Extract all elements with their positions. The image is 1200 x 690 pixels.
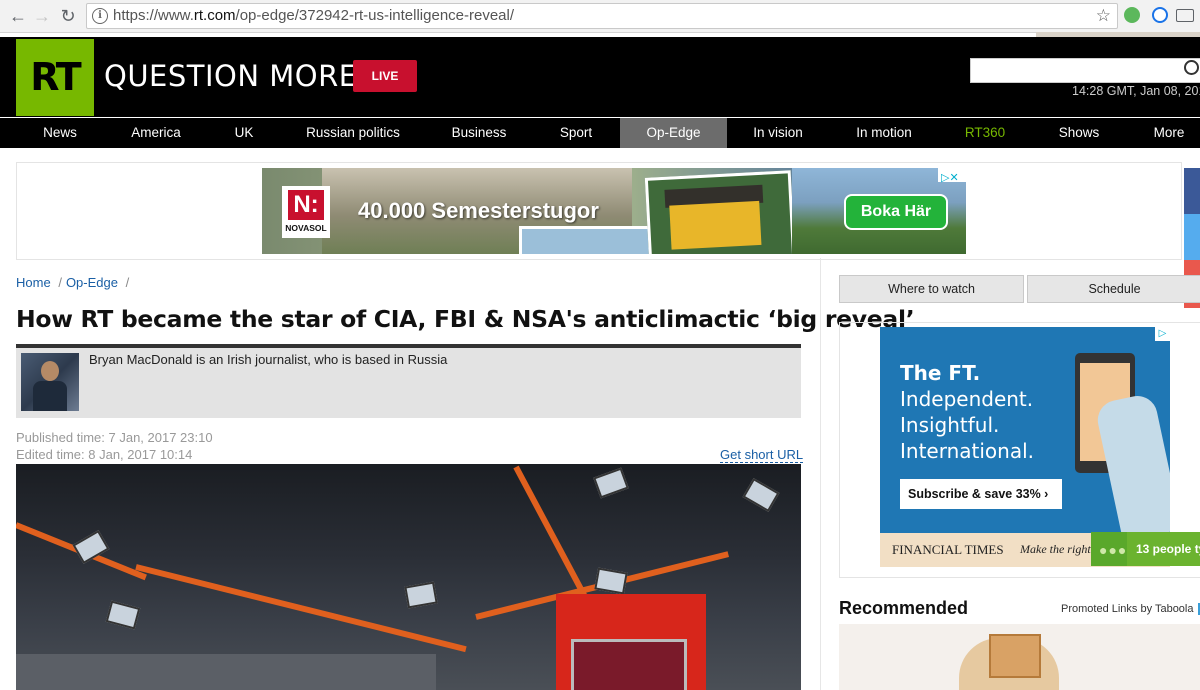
live-button[interactable]: LIVE [353, 60, 417, 92]
forward-arrow-icon[interactable]: → [30, 4, 54, 28]
column-divider [820, 258, 821, 690]
adchoices-icon[interactable]: ▷ [1155, 327, 1170, 341]
ad-headline: 40.000 Semesterstugor [358, 198, 599, 223]
nav-item-in-vision[interactable]: In vision [732, 118, 824, 148]
nav-item-business[interactable]: Business [430, 118, 528, 148]
bookmark-star-icon[interactable]: ☆ [1096, 4, 1111, 28]
nav-item-sport[interactable]: Sport [536, 118, 616, 148]
address-bar[interactable]: i https://www.rt.com/op-edge/372942-rt-u… [86, 3, 1118, 29]
extension-green-icon[interactable] [1124, 7, 1140, 23]
novasol-logo: N: NOVASOL [282, 186, 330, 238]
ft-ad-line2: Independent. [900, 387, 1034, 411]
facebook-share-icon[interactable] [1184, 168, 1200, 214]
where-to-watch-button[interactable]: Where to watch [839, 275, 1024, 303]
main-nav: News America UK Russian politics Busines… [0, 117, 1200, 148]
recommended-heading: Recommended [839, 598, 969, 618]
url-text: https://www.rt.com/op-edge/372942-rt-us-… [113, 7, 515, 24]
nav-item-rt360[interactable]: RT360 [944, 118, 1026, 148]
header-timestamp: 14:28 GMT, Jan 08, 2017 [1072, 84, 1200, 98]
recommended-thumbnail[interactable] [839, 624, 1200, 690]
site-header: RT QUESTION MORE LIVE 14:28 GMT, Jan 08,… [0, 37, 1200, 117]
twitter-share-icon[interactable] [1184, 214, 1200, 260]
nav-item-uk[interactable]: UK [208, 118, 280, 148]
nav-item-op-edge[interactable]: Op-Edge [620, 118, 727, 148]
search-input[interactable] [970, 58, 1200, 83]
nav-item-more[interactable]: More [1130, 118, 1200, 148]
typing-text: 13 people typing [1136, 542, 1200, 556]
breadcrumb-op-edge[interactable]: Op-Edge [66, 275, 118, 290]
cast-icon[interactable] [1176, 9, 1194, 22]
get-short-url-link[interactable]: Get short URL [720, 447, 804, 463]
adchoices-icon[interactable]: ▷✕ [938, 168, 966, 184]
ft-subscribe-button[interactable]: Subscribe & save 33% › [900, 479, 1062, 509]
ft-brand: FINANCIAL TIMES [892, 542, 1004, 557]
typing-indicator[interactable]: ●●● 13 people typing [1091, 532, 1200, 566]
ad-cta-button[interactable]: Boka Här [844, 194, 948, 230]
article-title: How RT became the star of CIA, FBI & NSA… [16, 305, 915, 333]
edited-time: Edited time: 8 Jan, 2017 10:14 [16, 447, 193, 462]
nav-item-russian-politics[interactable]: Russian politics [288, 118, 418, 148]
article-hero-image [16, 464, 801, 690]
schedule-button[interactable]: Schedule [1027, 275, 1200, 303]
browser-toolbar: ← → ↻ i https://www.rt.com/op-edge/37294… [0, 0, 1200, 33]
author-box: Bryan MacDonald is an Irish journalist, … [16, 344, 801, 418]
reload-icon[interactable]: ↻ [56, 4, 80, 28]
taboola-promoted-link[interactable]: Promoted Links by Taboola [1061, 603, 1200, 616]
ft-ad-line4: International. [900, 439, 1035, 463]
breadcrumb: Home / Op-Edge / [16, 275, 130, 290]
nav-item-news[interactable]: News [16, 118, 104, 148]
typing-dots-icon: ●●● [1099, 542, 1128, 558]
extension-blue-icon[interactable] [1152, 7, 1168, 23]
nav-item-in-motion[interactable]: In motion [834, 118, 934, 148]
nav-item-shows[interactable]: Shows [1036, 118, 1122, 148]
ad-photo-house [644, 170, 796, 254]
author-avatar[interactable] [21, 353, 79, 411]
back-arrow-icon[interactable]: ← [6, 4, 30, 28]
novasol-ad[interactable]: N: NOVASOL 40.000 Semesterstugor Boka Hä… [262, 168, 966, 254]
ft-ad[interactable]: The FT. Independent. Insightful. Interna… [880, 327, 1170, 567]
nav-item-america[interactable]: America [110, 118, 202, 148]
breadcrumb-home[interactable]: Home [16, 275, 51, 290]
site-tagline: QUESTION MORE [104, 59, 358, 93]
published-time: Published time: 7 Jan, 2017 23:10 [16, 430, 213, 445]
ft-ad-line1: The FT. [900, 361, 981, 385]
author-bio: Bryan MacDonald is an Irish journalist, … [89, 352, 448, 367]
ft-ad-line3: Insightful. [900, 413, 1000, 437]
rt-logo[interactable]: RT [16, 39, 94, 116]
site-info-icon[interactable]: i [92, 8, 108, 24]
search-icon[interactable] [1184, 60, 1199, 75]
